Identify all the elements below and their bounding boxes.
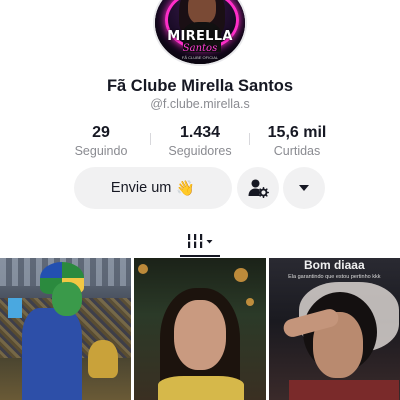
person-face [174,300,227,370]
stat-followers-label: Seguidores [168,144,232,158]
tab-active-indicator [180,255,220,257]
profile-avatar[interactable]: MIRELLA Santos FÃ CLUBE OFICIAL [153,0,247,66]
user-gear-icon [248,179,269,199]
send-message-label: Envie um [110,180,172,196]
person-shirt [158,376,245,400]
tab-videos[interactable] [180,226,220,256]
avatar-logo-subtitle: Santos [182,43,218,54]
video-thumbnail[interactable] [134,258,266,400]
stat-likes-label: Curtidas [273,144,321,158]
grid-bars-icon [188,234,213,248]
avatar-logo-tagline: FÃ CLUBE OFICIAL [181,55,219,60]
video-thumbnail[interactable]: Bom diaaa Ela garantindo que estou perti… [268,258,400,400]
stadium-screen [8,298,22,318]
add-friend-settings-button[interactable] [237,167,279,209]
video-caption: Bom diaaa [303,258,365,272]
video-subcaption: Ela garantindo que estou pertinho kkk [288,274,381,280]
waving-hand-icon: 👋 [176,180,196,197]
stat-followers-value: 1.434 [179,124,221,141]
stat-likes[interactable]: 15,6 mil Curtidas [247,124,347,159]
send-message-button[interactable]: Envie um 👋 [74,167,232,209]
bokeh-light [138,264,149,274]
video-thumbnail[interactable] [0,258,132,400]
fan-figure [22,308,82,400]
caret-down-icon [299,185,309,191]
username: @f.clube.mirella.s [150,97,250,111]
fan-face [52,282,82,316]
stat-likes-value: 15,6 mil [267,124,327,141]
stat-following[interactable]: 29 Seguindo [51,124,151,159]
video-grid: Bom diaaa Ela garantindo que estou perti… [0,258,400,400]
stat-followers[interactable]: 1.434 Seguidores [150,124,250,159]
display-name: Fã Clube Mirella Santos [106,77,294,95]
avatar-face [188,0,216,24]
stat-following-value: 29 [92,124,110,141]
trophy [88,340,118,378]
bokeh-light [246,298,255,306]
avatar-logo-title: MIRELLA [167,29,233,44]
person-shirt [288,380,399,400]
more-options-dropdown-button[interactable] [283,167,325,209]
stat-following-label: Seguindo [74,144,128,158]
bokeh-light [234,268,249,282]
